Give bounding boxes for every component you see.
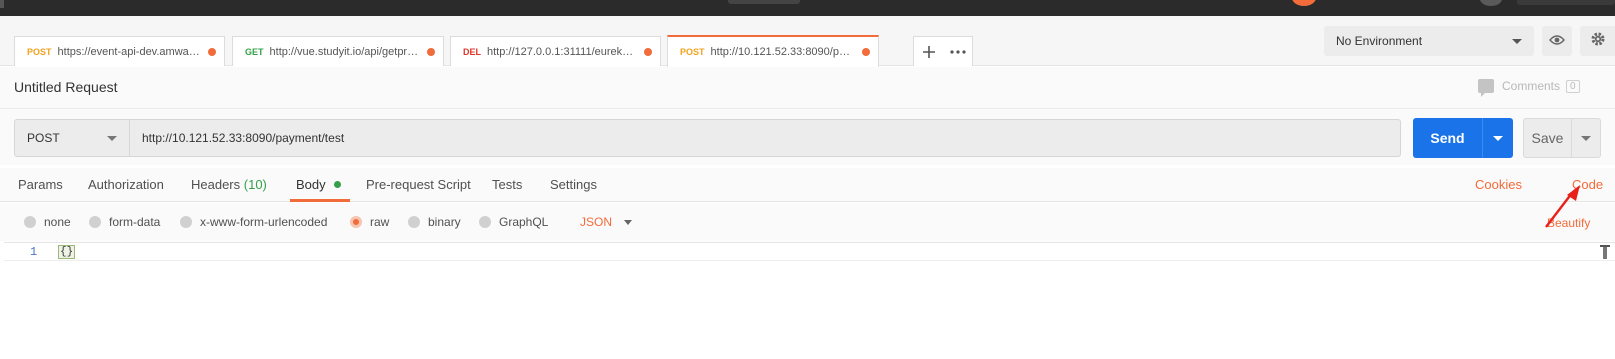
request-tab-active[interactable]: POST http://10.121.52.33:8090/pay... [667,35,879,67]
gear-icon [1590,30,1606,53]
unsaved-dot-icon [427,47,435,56]
body-type-form-data[interactable]: form-data [89,215,160,229]
body-type-label: x-www-form-urlencoded [200,215,328,229]
comments-button[interactable]: Comments 0 [1478,79,1580,97]
chevron-down-icon [107,135,117,141]
body-editor[interactable]: 1 {} [4,242,1615,359]
url-input[interactable] [129,119,1401,157]
active-tab-indicator [290,199,350,202]
red-arrow-annotation-icon [1545,185,1580,228]
radio-icon [24,216,36,228]
editor-scrollbar[interactable] [1600,245,1610,261]
environment-select[interactable]: No Environment [1324,26,1534,56]
body-type-raw[interactable]: raw [350,215,389,229]
tab-method: GET [245,46,264,57]
url-bar: POST Send Save [0,109,1615,165]
window-top-bar [0,0,1615,16]
tab-headers-count: (10) [243,177,267,192]
tab-actions [913,36,973,66]
editor-line: 1 {} [4,245,1615,261]
body-type-urlencoded[interactable]: x-www-form-urlencoded [180,215,327,229]
body-type-label: form-data [109,215,161,229]
tab-body[interactable]: Body [296,177,342,192]
request-tab[interactable]: GET http://vue.studyit.io/api/getpro... [232,36,444,66]
tab-url: https://event-api-dev.amwayn... [57,45,202,58]
comments-label: Comments [1502,79,1561,93]
radio-icon [89,216,101,228]
request-tab[interactable]: DEL http://127.0.0.1:31111/eureka/... [450,36,661,66]
chevron-down-icon [1512,38,1522,44]
tab-url: http://vue.studyit.io/api/getpro... [269,45,421,58]
user-avatar[interactable] [1480,0,1502,6]
body-type-label: none [44,215,71,229]
scroll-thumb [1603,247,1607,259]
comment-icon [1478,79,1494,97]
chevron-down-icon [624,219,633,225]
tab-params[interactable]: Params [18,177,63,192]
environment-label: No Environment [1336,34,1423,48]
request-section-tabs: Params Authorization Headers (10) Body P… [0,168,1615,202]
line-number: 1 [30,245,38,259]
radio-icon [408,216,420,228]
top-bar-control [1517,0,1615,5]
unsaved-dot-icon [644,47,652,56]
tab-authorization[interactable]: Authorization [88,177,164,192]
body-type-graphql[interactable]: GraphQL [479,215,548,229]
body-type-options: none form-data x-www-form-urlencoded raw… [0,203,1615,241]
editor-code[interactable]: {} [58,245,76,259]
radio-selected-icon [350,216,362,228]
notification-avatar[interactable] [1292,0,1316,6]
raw-format-label: JSON [580,215,613,229]
tab-headers[interactable]: Headers (10) [191,177,267,192]
cookies-link[interactable]: Cookies [1475,177,1522,192]
tab-tests[interactable]: Tests [492,177,522,192]
manage-environments-button[interactable] [1580,26,1615,56]
top-bar-handle [728,0,800,4]
tab-settings[interactable]: Settings [550,177,597,192]
body-type-none[interactable]: none [24,215,71,229]
radio-icon [180,216,192,228]
body-status-dot-icon [334,181,342,189]
request-title[interactable]: Untitled Request [14,79,118,95]
ellipsis-icon[interactable] [943,37,972,66]
tab-body-label: Body [296,177,326,192]
body-type-binary[interactable]: binary [408,215,461,229]
chevron-down-icon [1493,135,1503,141]
comments-count: 0 [1566,79,1580,93]
radio-icon [479,216,491,228]
request-title-bar: Untitled Request Comments 0 [0,67,1615,109]
request-tab[interactable]: POST https://event-api-dev.amwayn... [14,36,225,66]
tab-prerequest-script[interactable]: Pre-request Script [366,177,471,192]
send-button[interactable]: Send [1413,118,1482,158]
tab-url: http://127.0.0.1:31111/eureka/... [487,45,638,58]
unsaved-dot-icon [862,48,870,56]
save-button[interactable]: Save [1523,118,1572,158]
chevron-down-icon [1581,135,1591,141]
tab-url: http://10.121.52.33:8090/pay... [710,46,856,58]
send-options-button[interactable] [1482,118,1513,158]
plus-icon[interactable] [914,37,943,66]
raw-format-select[interactable]: JSON [580,215,633,229]
tab-method: POST [680,47,705,57]
method-select[interactable]: POST [14,119,130,157]
body-type-label: binary [428,215,461,229]
unsaved-dot-icon [208,47,216,56]
tab-headers-label: Headers [191,177,241,192]
top-bar-edge [0,0,4,8]
save-options-button[interactable] [1572,118,1601,158]
environment-quick-look-button[interactable] [1542,26,1572,56]
tab-method: DEL [463,46,481,57]
body-type-label: raw [370,215,390,229]
tab-method: POST [27,46,52,57]
method-label: POST [27,131,60,145]
eye-icon [1549,34,1565,48]
body-type-label: GraphQL [499,215,549,229]
